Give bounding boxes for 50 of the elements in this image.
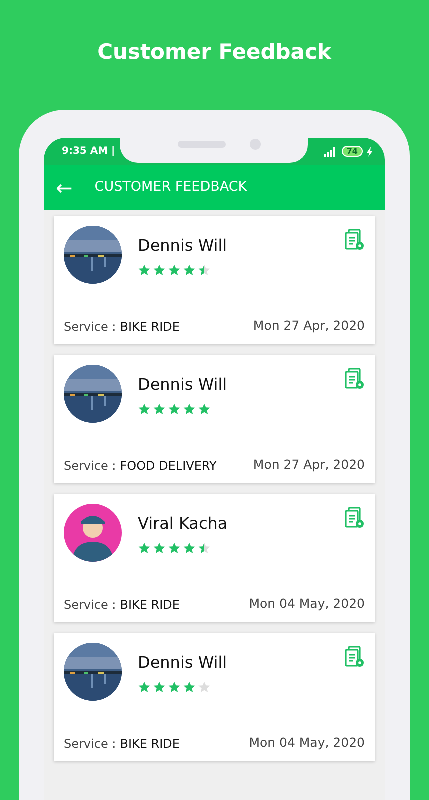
service-type: BIKE RIDE xyxy=(120,320,180,334)
signal-icon xyxy=(322,146,338,156)
feedback-date: Mon 27 Apr, 2020 xyxy=(253,456,365,474)
service-label: Service : xyxy=(64,598,116,612)
star-icon xyxy=(168,542,181,555)
service-type: BIKE RIDE xyxy=(120,598,180,612)
star-icon xyxy=(198,681,211,694)
star-icon xyxy=(153,542,166,555)
document-view-icon[interactable] xyxy=(345,228,365,251)
service-type: FOOD DELIVERY xyxy=(120,459,217,473)
star-icon xyxy=(138,681,151,694)
star-icon xyxy=(138,542,151,555)
star-icon xyxy=(183,264,196,277)
document-view-icon[interactable] xyxy=(345,506,365,529)
customer-name: Dennis Will xyxy=(138,652,228,674)
service-label: Service : xyxy=(64,459,116,473)
customer-name: Viral Kacha xyxy=(138,513,229,535)
feedback-card[interactable]: Dennis Will Service : BIKE RIDE Mon 04 May, 2020 xyxy=(54,633,375,761)
star-icon xyxy=(138,403,151,416)
star-icon xyxy=(198,542,211,555)
star-icon xyxy=(153,681,166,694)
feedback-card[interactable]: Viral Kacha Service : BIKE RIDE Mon 04 May, 2020 xyxy=(54,494,375,622)
feedback-card[interactable]: Dennis Will Service : BIKE RIDE Mon 27 Apr, 2020 xyxy=(54,216,375,344)
star-icon xyxy=(183,681,196,694)
star-icon xyxy=(168,403,181,416)
feedback-date: Mon 27 Apr, 2020 xyxy=(253,317,365,336)
document-view-icon[interactable] xyxy=(345,368,365,390)
star-icon xyxy=(198,403,211,416)
star-icon xyxy=(138,264,151,277)
star-icon xyxy=(183,542,196,555)
service-label: Service : xyxy=(64,320,116,334)
page-title: Customer Feedback xyxy=(96,39,332,66)
feedback-date: Mon 04 May, 2020 xyxy=(249,595,365,614)
app-bar-title: CUSTOMER FEEDBACK xyxy=(94,178,248,198)
battery-level: 74 xyxy=(342,146,363,157)
star-icon xyxy=(153,264,166,277)
status-time: 9:35 AM | xyxy=(62,145,116,159)
star-icon xyxy=(168,264,181,277)
star-icon xyxy=(168,681,181,694)
customer-name: Dennis Will xyxy=(138,235,228,257)
customer-name: Dennis Will xyxy=(138,374,228,396)
service-type: BIKE RIDE xyxy=(120,737,180,751)
service-label: Service : xyxy=(64,737,116,751)
star-icon xyxy=(153,403,166,416)
star-icon xyxy=(198,264,211,277)
document-view-icon[interactable] xyxy=(345,646,365,668)
charging-icon xyxy=(367,146,373,156)
star-icon xyxy=(183,403,196,416)
feedback-date: Mon 04 May, 2020 xyxy=(249,734,365,752)
feedback-card[interactable]: Dennis Will Service : FOOD DELIVERY Mon 27 Apr, 2020 xyxy=(54,355,375,483)
